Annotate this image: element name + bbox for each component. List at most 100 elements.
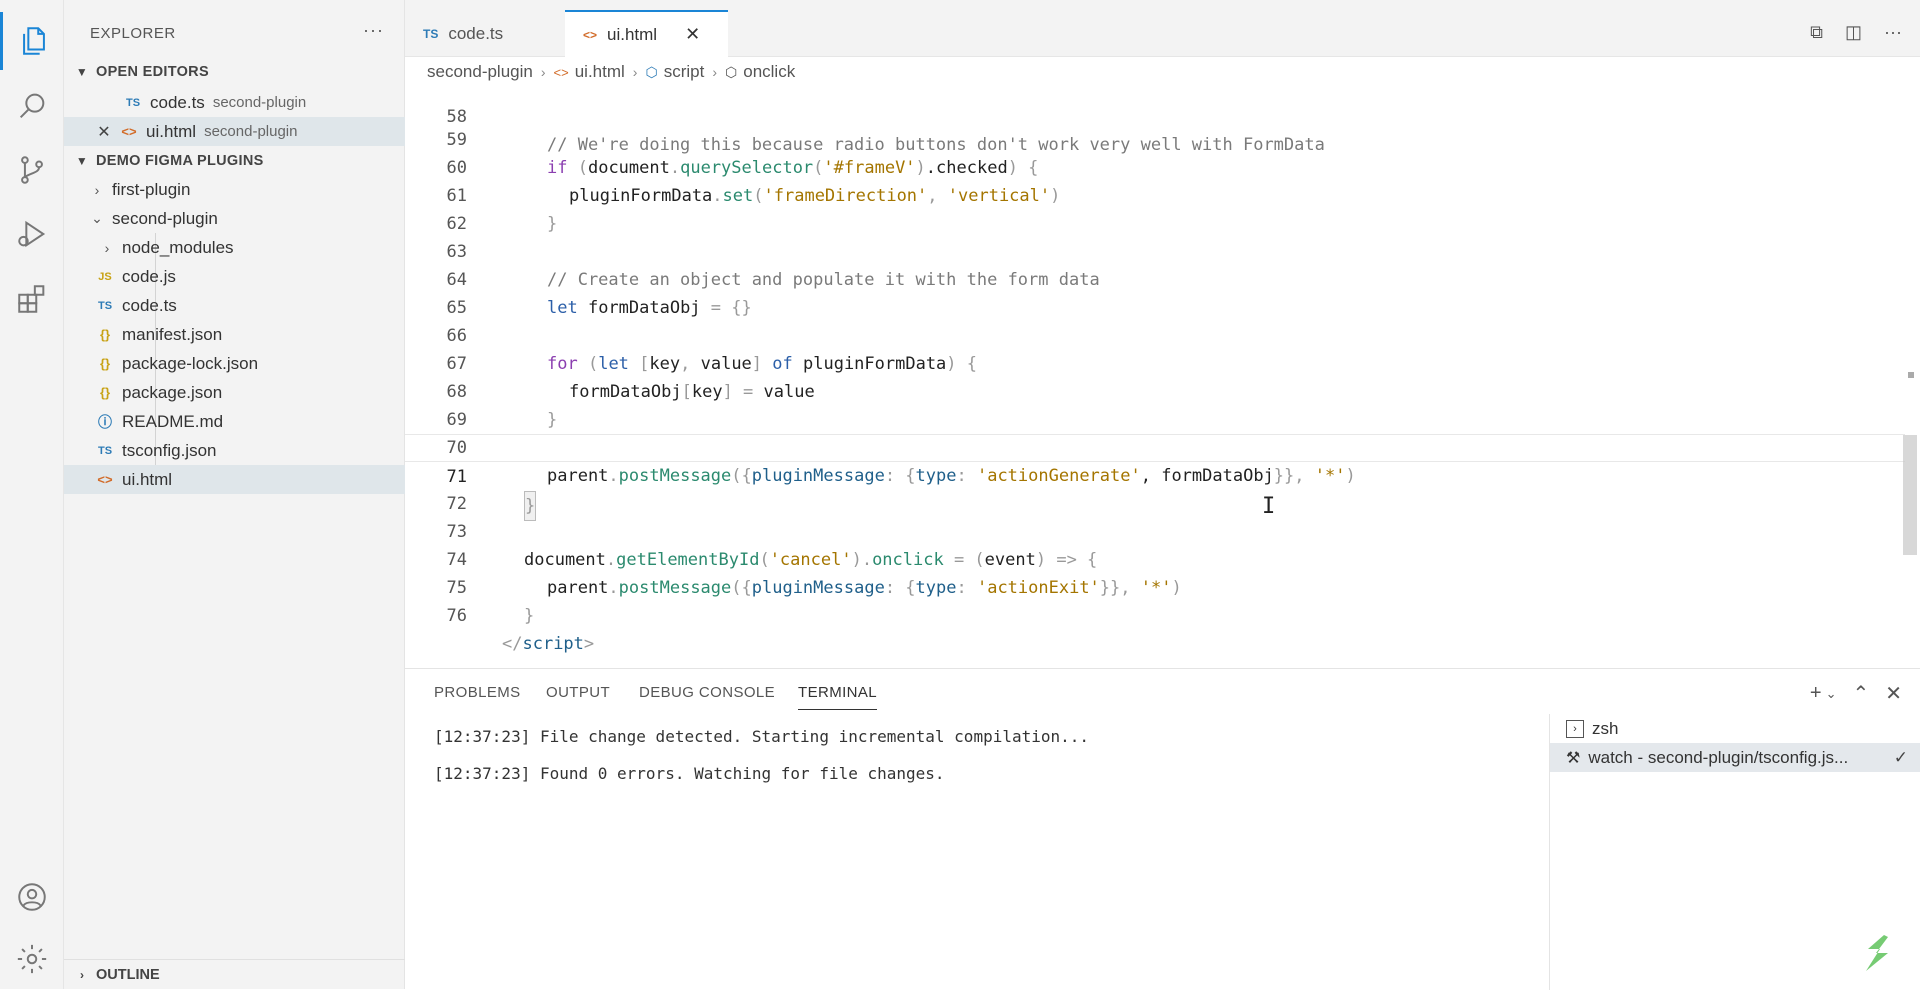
tree-folder-second-plugin[interactable]: ⌄ second-plugin — [64, 204, 427, 233]
tree-item-label: README.md — [122, 411, 224, 431]
account-icon[interactable] — [0, 868, 64, 926]
code-line: 60 pluginFormData.set('frameDirection', … — [405, 126, 1905, 206]
bottom-panel: PROBLEMS OUTPUT DEBUG CONSOLE TERMINAL +… — [405, 668, 1920, 990]
code-line: 59 if (document.querySelector('#frameV')… — [405, 98, 1905, 178]
code-line: 68 } — [405, 350, 1905, 430]
extensions-icon[interactable] — [0, 270, 64, 328]
more-actions-icon[interactable]: ··· — [363, 20, 384, 41]
line-number: 76 — [446, 606, 467, 626]
close-icon[interactable]: ✕ — [94, 122, 114, 142]
maximize-panel-icon[interactable]: ⌃ — [1852, 681, 1869, 706]
open-editors-header[interactable]: ▼ OPEN EDITORS — [64, 57, 405, 86]
explorer-icon[interactable] — [0, 12, 64, 70]
chevron-down-icon: ⌄ — [91, 210, 103, 226]
code-line: 63 // Create an object and populate it w… — [405, 210, 1905, 290]
editor-tabs: TS code.ts <> ui.html ✕ ⧉ ◫ ··· — [405, 0, 1920, 57]
open-editor-name: code.ts — [150, 92, 205, 112]
html-file-icon: <> — [97, 472, 113, 487]
info-icon: ⓘ — [98, 413, 112, 430]
chevron-right-icon: › — [80, 967, 84, 982]
panel-actions: + ⌄ ⌃ ✕ — [1810, 681, 1902, 706]
tree-file-manifest-json[interactable]: {} manifest.json — [64, 320, 435, 349]
tab-debug-console[interactable]: DEBUG CONSOLE — [639, 684, 775, 701]
tree-folder-first-plugin[interactable]: › first-plugin — [64, 175, 427, 204]
code-editor[interactable]: 58 // We're doing this because radio but… — [405, 86, 1905, 666]
tab-label: ui.html — [607, 24, 658, 44]
settings-gear-icon[interactable] — [0, 930, 64, 988]
tree-file-tsconfig-json[interactable]: TS tsconfig.json — [64, 436, 435, 465]
code-line-current: 71 } — [405, 434, 1905, 521]
tab-output[interactable]: OUTPUT — [546, 684, 610, 701]
typescript-file-icon: TS — [97, 299, 113, 312]
html-file-icon: <> — [583, 27, 598, 42]
open-preview-icon[interactable]: ⧉ — [1810, 22, 1823, 43]
html-file-icon: <> — [121, 124, 137, 139]
terminal-name: watch - second-plugin/tsconfig.js... — [1588, 747, 1849, 767]
source-control-icon[interactable] — [0, 141, 64, 199]
chevron-down-icon: ▼ — [75, 64, 89, 79]
open-editor-name: ui.html — [146, 121, 197, 141]
tree-item-label: manifest.json — [122, 324, 223, 344]
code-token: script — [522, 634, 584, 654]
outline-label: OUTLINE — [96, 966, 160, 983]
open-editor-ui-html[interactable]: ✕ <> ui.html second-plugin — [64, 117, 435, 146]
run-debug-icon[interactable] — [0, 205, 64, 263]
editor-actions: ⧉ ◫ ··· — [1810, 22, 1902, 43]
code-content: } — [524, 602, 534, 630]
terminal-item-zsh[interactable]: › zsh — [1550, 714, 1920, 743]
text-cursor-icon: I — [1262, 494, 1276, 519]
add-terminal-icon[interactable]: + — [1810, 682, 1822, 705]
terminal-line: [12:37:23] Found 0 errors. Watching for … — [434, 764, 945, 783]
code-content: </script> — [502, 630, 594, 658]
tree-file-package-lock-json[interactable]: {} package-lock.json — [64, 349, 435, 378]
tree-file-code-ts[interactable]: TS code.ts — [64, 291, 435, 320]
open-editors-label: OPEN EDITORS — [96, 63, 209, 80]
tree-item-label: second-plugin — [112, 208, 218, 228]
recording-logo-icon — [1866, 935, 1888, 971]
terminal-icon: › — [1566, 719, 1584, 738]
more-actions-icon[interactable]: ··· — [1884, 22, 1902, 43]
javascript-file-icon: JS — [98, 270, 112, 283]
search-icon[interactable] — [0, 77, 64, 135]
project-header[interactable]: ▼ DEMO FIGMA PLUGINS — [64, 146, 405, 175]
tsconfig-file-icon: TS — [97, 444, 113, 457]
chevron-down-icon[interactable]: ⌄ — [1826, 686, 1837, 702]
tree-file-package-json[interactable]: {} package.json — [64, 378, 435, 407]
typescript-file-icon: TS — [125, 96, 141, 109]
explorer-title: EXPLORER — [90, 25, 176, 42]
close-icon[interactable]: ✕ — [685, 24, 700, 45]
code-token: > — [583, 634, 595, 654]
typescript-file-icon: TS — [423, 26, 439, 41]
code-line: 67 formDataObj[key] = value — [405, 322, 1905, 402]
tree-item-label: code.ts — [122, 295, 177, 315]
code-line: 64 let formDataObj = {} — [405, 238, 1905, 318]
terminal-item-watch[interactable]: ⚒ watch - second-plugin/tsconfig.js... ✓ — [1550, 743, 1920, 772]
code-line: 70 parent.postMessage({pluginMessage: {t… — [405, 406, 1905, 486]
split-editor-icon[interactable]: ◫ — [1845, 22, 1862, 43]
tab-terminal[interactable]: TERMINAL — [798, 684, 878, 710]
code-line: 69 — [405, 378, 1905, 430]
code-line: 75 } — [405, 546, 1905, 626]
tree-folder-node-modules[interactable]: › node_modules — [64, 233, 437, 262]
code-line: 61 } — [405, 154, 1905, 234]
tree-item-label: code.js — [122, 266, 176, 286]
outline-header[interactable]: › OUTLINE — [64, 959, 405, 989]
tree-file-ui-html[interactable]: <> ui.html — [64, 465, 435, 494]
code-token: } — [524, 606, 535, 626]
terminal-name: zsh — [1592, 718, 1619, 738]
close-panel-icon[interactable]: ✕ — [1885, 681, 1902, 706]
open-editor-desc: second-plugin — [212, 94, 307, 111]
tab-problems[interactable]: PROBLEMS — [434, 684, 521, 701]
tree-file-code-js[interactable]: JS code.js — [64, 262, 435, 291]
code-line: 73 document.getElementById('cancel').onc… — [405, 490, 1905, 570]
code-line: 65 — [405, 266, 1905, 318]
tab-code-ts[interactable]: TS code.ts — [405, 10, 565, 57]
editor-scrollbar-thumb[interactable] — [1903, 435, 1917, 555]
terminal-line: [12:37:23] File change detected. Startin… — [434, 727, 1090, 746]
tree-item-label: tsconfig.json — [122, 440, 217, 460]
tab-ui-html[interactable]: <> ui.html ✕ — [565, 10, 728, 57]
activity-bar — [0, 0, 64, 989]
tree-file-readme-md[interactable]: ⓘ README.md — [64, 407, 435, 436]
project-label: DEMO FIGMA PLUGINS — [96, 152, 264, 169]
open-editor-code-ts[interactable]: TS code.ts second-plugin — [64, 88, 463, 117]
